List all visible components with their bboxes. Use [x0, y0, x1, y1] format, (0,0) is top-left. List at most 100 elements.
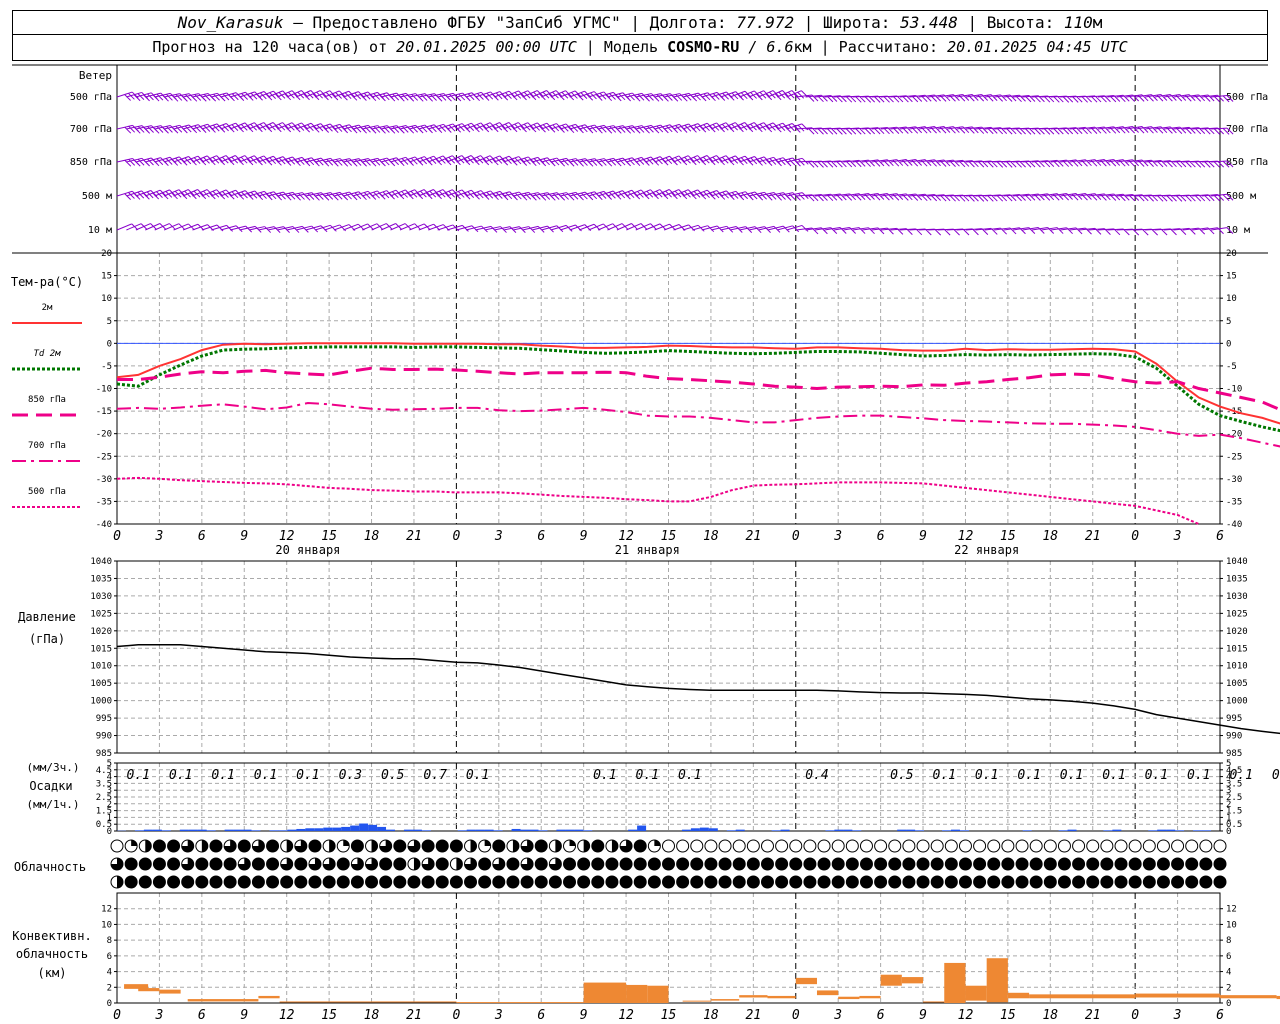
- precip-3h-total: 0.1: [975, 768, 998, 783]
- time-axis-hour: 21: [406, 1008, 422, 1023]
- cloud-cover-symbol: [647, 875, 661, 889]
- conv-bar: [965, 985, 987, 1001]
- conv-ytick-label: 10: [101, 920, 112, 930]
- precip-3h-total: 0.1: [1229, 768, 1252, 783]
- temp-ytick-label: 15: [101, 272, 112, 282]
- cloud-cover-symbol: [1057, 857, 1071, 871]
- cloud-cover-symbol: [478, 875, 492, 889]
- time-axis-hour: 12: [279, 529, 295, 544]
- temp-ytick-label: 15: [1226, 272, 1237, 282]
- temp-ytick-label: -10: [96, 385, 112, 395]
- precip-bar: [269, 830, 279, 831]
- conv-bar: [767, 995, 796, 999]
- pressure-ytick-label: 1030: [90, 592, 112, 602]
- cloud-cover-fill: [484, 840, 491, 846]
- wind-level-label: 500 гПа: [70, 92, 112, 103]
- conv-ytick-label: 0: [1226, 999, 1231, 1009]
- cloud-cover-symbol: [1001, 857, 1015, 871]
- time-axis-hour: 15: [1000, 529, 1016, 544]
- cloud-cover-symbol: [1086, 875, 1100, 889]
- cloud-cover-symbol: [421, 839, 435, 853]
- precip-bar: [708, 828, 718, 831]
- cloud-cover-fill: [512, 840, 519, 852]
- cloud-cover-symbol: [223, 857, 237, 871]
- cloud-cover-symbol: [1029, 857, 1043, 871]
- cloud-cover-symbol: [393, 875, 407, 889]
- precip-bar: [412, 829, 422, 831]
- wind-barb-feather: [237, 192, 245, 200]
- cloud-cover-symbol: [1029, 875, 1043, 889]
- conv-ytick-label: 2: [1226, 983, 1231, 993]
- cloud-cover-symbol: [662, 875, 675, 889]
- cloud-cover-symbol: [1185, 875, 1199, 889]
- cloud-cover-symbol: [619, 875, 633, 889]
- wind-barb-feather: [312, 125, 320, 133]
- precip-3h-total: 0.1: [211, 768, 234, 783]
- cloud-cover-symbol: [1171, 839, 1185, 853]
- pressure-title: Давление: [18, 610, 76, 624]
- time-axis-hour: 18: [703, 529, 719, 544]
- cloud-cover-symbol: [350, 875, 364, 889]
- cloud-cover-symbol: [223, 875, 237, 889]
- time-axis-hour: 9: [919, 1008, 927, 1023]
- cloud-cover-symbol: [167, 839, 181, 853]
- precip-bar: [834, 829, 844, 831]
- wind-barb-feather: [708, 192, 716, 200]
- precip-bar: [520, 829, 530, 831]
- precip-3h-total: 0.1: [933, 768, 956, 783]
- cloud-cover-symbol: [732, 857, 746, 871]
- wind-barb-feather: [124, 94, 131, 101]
- cloud-cover-symbol: [1043, 839, 1057, 853]
- precip-bar: [143, 829, 153, 831]
- precip-bar: [314, 828, 324, 831]
- cloud-cover-symbol: [973, 839, 987, 853]
- cloud-cover-symbol: [760, 857, 774, 871]
- conv-ytick-label: 4: [107, 968, 112, 978]
- temp-ytick-label: -15: [96, 407, 112, 417]
- wind-barb-feather: [793, 126, 801, 133]
- cloud-cover-symbol: [1015, 839, 1029, 853]
- cloud-cover-symbol: [817, 857, 831, 871]
- cloud-cover-symbol: [280, 875, 294, 889]
- cloud-cover-symbol: [1156, 839, 1170, 853]
- temp-ytick-label: 10: [1226, 294, 1237, 304]
- precip-bar: [1058, 830, 1068, 831]
- cloud-cover-symbol: [1057, 839, 1071, 853]
- pressure-ytick-label: 995: [1226, 714, 1242, 724]
- precip-3h-total: 0.1: [1145, 768, 1168, 783]
- cloud-cover-symbol: [1199, 839, 1213, 853]
- temp-ytick-label: -35: [96, 497, 112, 507]
- temp-ytick-label: -30: [1226, 475, 1242, 485]
- cloud-cover-fill: [583, 840, 590, 852]
- cloud-cover-fill: [131, 840, 138, 846]
- precip-bar: [421, 830, 431, 831]
- cloud-cover-symbol: [1072, 839, 1086, 853]
- cloud-cover-symbol: [1185, 839, 1199, 853]
- cloud-cover-fill: [569, 840, 576, 846]
- pressure-ytick-label: 1040: [90, 557, 112, 567]
- cloud-cover-symbol: [676, 839, 690, 853]
- cloud-cover-symbol: [732, 839, 746, 853]
- cloud-cover-symbol: [1086, 839, 1100, 853]
- precip-bar: [637, 825, 647, 831]
- cloud-cover-symbol: [350, 839, 364, 853]
- precip-bar: [287, 829, 297, 831]
- temp-series-line: [116, 401, 1280, 448]
- cloud-cover-symbol: [1114, 875, 1128, 889]
- cloud-cover-symbol: [704, 875, 718, 889]
- precip-3h-total: 0.1: [296, 768, 319, 783]
- precip-3h-total: 0.1: [1272, 768, 1280, 783]
- wind-barb-feather: [416, 158, 424, 166]
- cloud-cover-symbol: [591, 875, 605, 889]
- cloudiness-panel: Облачность: [14, 839, 1227, 889]
- cloud-cover-symbol: [1213, 839, 1227, 853]
- cloud-cover-symbol: [958, 839, 972, 853]
- precip-bar: [690, 828, 700, 831]
- pressure-ytick-label: 995: [96, 714, 112, 724]
- cloud-cover-symbol: [1128, 839, 1142, 853]
- precip-bar: [493, 830, 503, 831]
- cloud-cover-symbol: [746, 839, 760, 853]
- wind-barb-feather: [624, 192, 631, 200]
- precip-bar: [538, 830, 548, 831]
- cloud-cover-symbol: [973, 857, 987, 871]
